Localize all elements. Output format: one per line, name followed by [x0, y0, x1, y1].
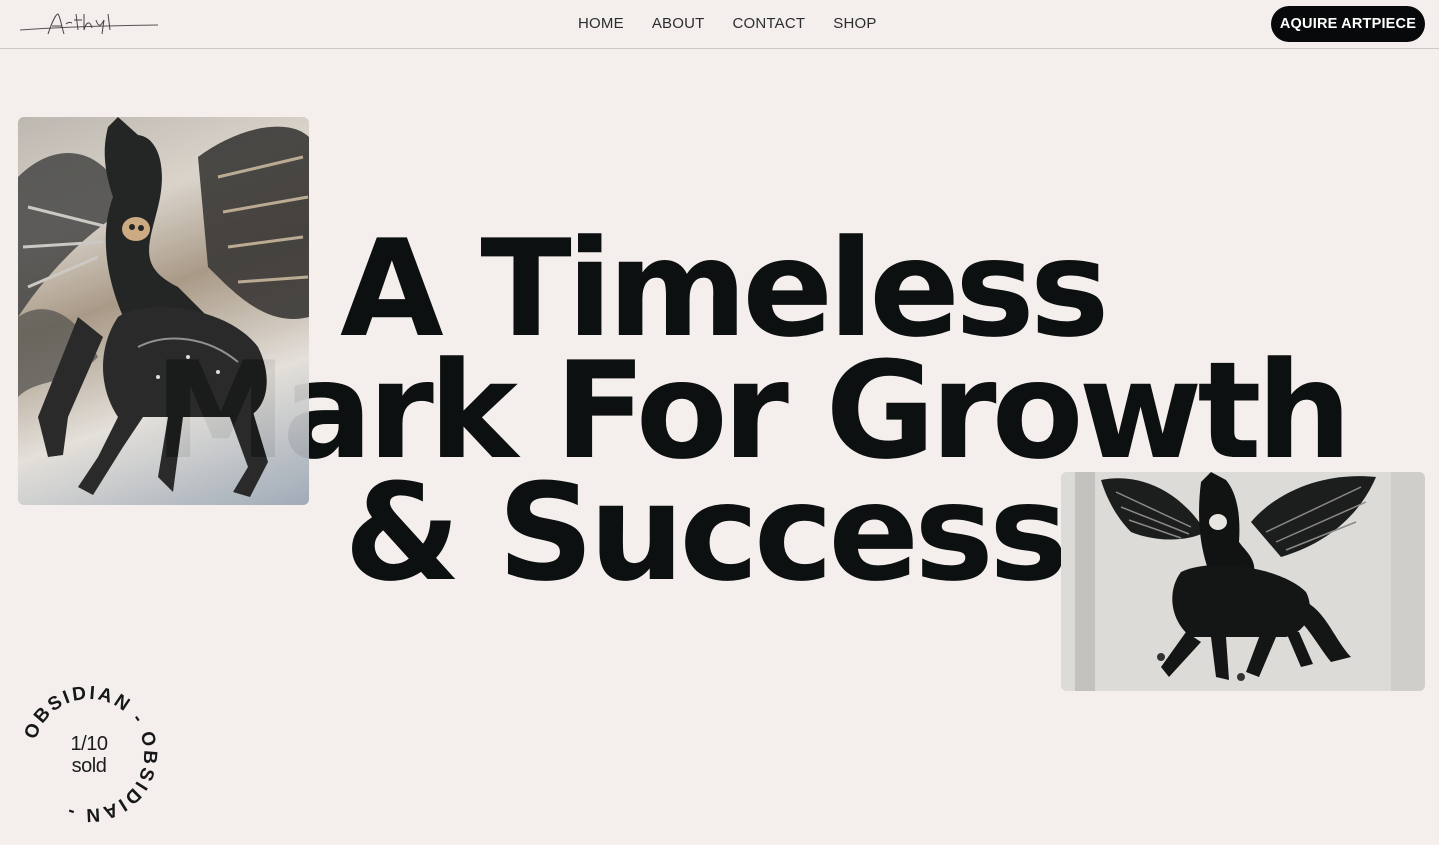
badge-count: 1/10	[70, 733, 108, 755]
pegasus-wall-illustration	[1061, 472, 1425, 691]
signature-logo-icon	[19, 13, 159, 35]
site-header: HOME ABOUT CONTACT SHOP AQUIRE ARTPIECE	[0, 0, 1439, 49]
pegasus-closeup-image	[18, 117, 309, 505]
edition-badge: OBSIDIAN - OBSIDIAN - 1/10 sold	[20, 685, 158, 823]
nav-contact[interactable]: CONTACT	[733, 15, 806, 32]
badge-sold-label: sold	[71, 755, 107, 777]
nav-about[interactable]: ABOUT	[652, 15, 705, 32]
nav-shop[interactable]: SHOP	[833, 15, 876, 32]
logo[interactable]	[18, 8, 160, 40]
main-nav: HOME ABOUT CONTACT SHOP	[578, 15, 877, 32]
pegasus-wall-image	[1061, 472, 1425, 691]
landing-page: HOME ABOUT CONTACT SHOP AQUIRE ARTPIECE …	[0, 0, 1439, 845]
nav-home[interactable]: HOME	[578, 15, 624, 32]
hero-line-2: Mark For Growth	[154, 333, 1352, 489]
acquire-artpiece-button[interactable]: AQUIRE ARTPIECE	[1271, 6, 1425, 42]
pegasus-sculpture-illustration	[18, 117, 309, 497]
